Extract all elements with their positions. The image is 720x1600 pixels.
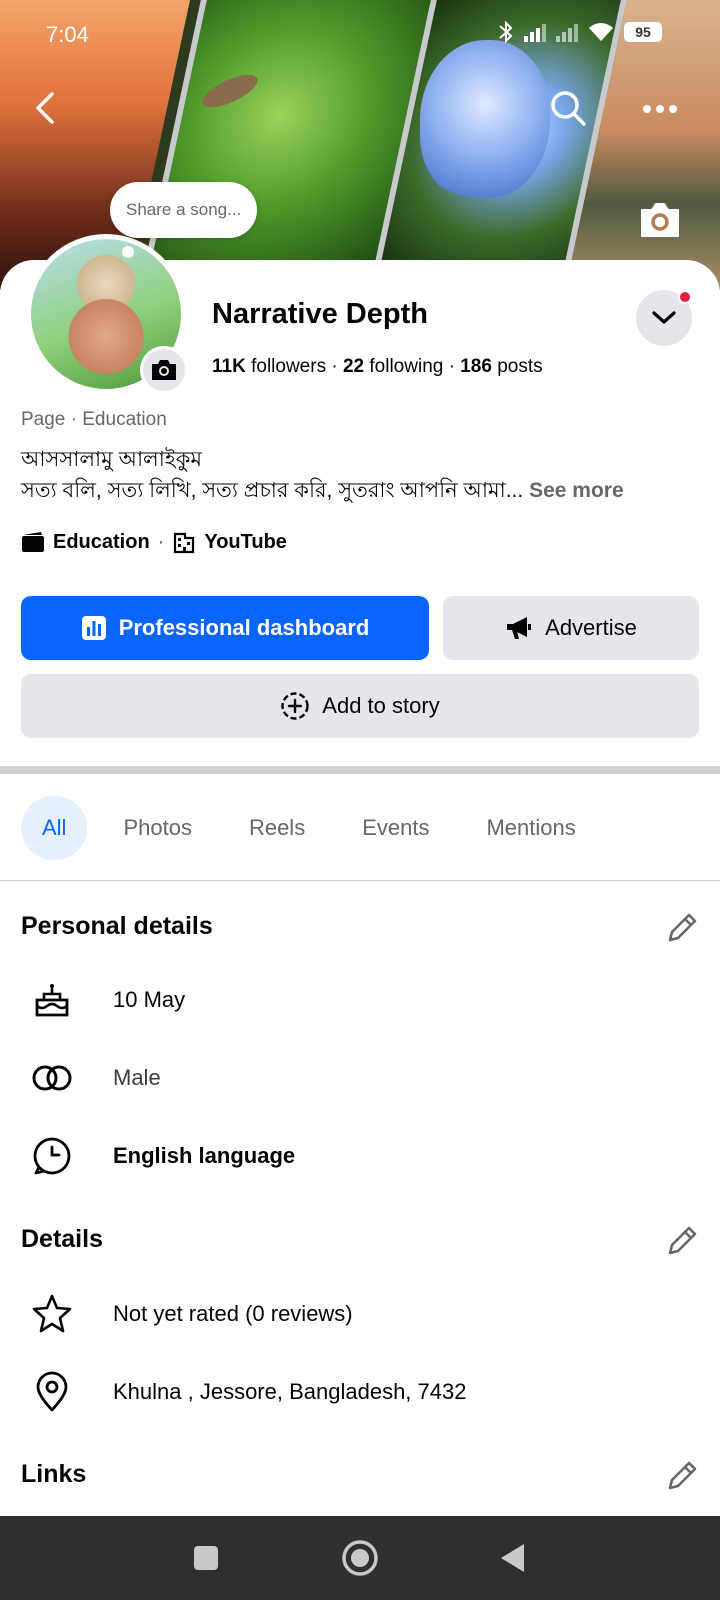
gender-value: Male (113, 1065, 161, 1090)
language-chat-icon (33, 1137, 70, 1175)
page-name: Narrative Depth (212, 298, 428, 330)
bio-line-2: সত্য বলি, সত্য লিখি, সত্য প্রচার করি, সু… (21, 475, 701, 506)
tab-photos[interactable]: Photos (102, 796, 213, 860)
details-title: Details (21, 1225, 103, 1253)
personal-details-title: Personal details (21, 912, 213, 940)
birthday-cake-icon (35, 984, 68, 1017)
battery-indicator: 95 (624, 22, 662, 42)
add-circle-dashed-icon (281, 692, 309, 720)
page-tags: Education · YouTube (21, 530, 287, 554)
recents-button[interactable] (192, 1544, 220, 1577)
more-options-button[interactable] (640, 94, 680, 124)
tab-mentions[interactable]: Mentions (465, 796, 596, 860)
posts-label: posts (497, 356, 543, 377)
pencil-icon (668, 1226, 697, 1255)
following-label[interactable]: following (369, 356, 443, 377)
system-nav-bar (0, 1516, 720, 1600)
bubble-tail (122, 246, 134, 258)
professional-dashboard-button[interactable]: Professional dashboard (21, 596, 429, 660)
search-button[interactable] (548, 88, 588, 128)
add-story-label: Add to story (322, 693, 440, 718)
megaphone-icon (507, 617, 532, 639)
camera-icon (641, 203, 679, 237)
back-button[interactable] (28, 88, 68, 128)
more-dots-icon (643, 105, 677, 113)
stats-separator: · (448, 356, 455, 377)
rating-row: Not yet rated (0 reviews) (0, 1284, 720, 1344)
posts-count: 186 (460, 356, 492, 377)
cover-flower-image (420, 40, 550, 200)
edit-details-button[interactable] (664, 1223, 700, 1259)
location-row: Khulna , Jessore, Bangladesh, 7432 (0, 1362, 720, 1422)
advertise-label: Advertise (545, 615, 637, 640)
edit-personal-details-button[interactable] (664, 910, 700, 946)
system-back-button[interactable] (498, 1542, 528, 1579)
page-bio: আসসালামু আলাইকুম সত্য বলি, সত্য লিখি, সত… (21, 444, 701, 506)
gender-rings-icon (32, 1065, 71, 1091)
edit-avatar-button[interactable] (140, 346, 188, 394)
chevron-down-icon (652, 311, 676, 324)
square-icon (194, 1546, 218, 1570)
tag-separator: · (157, 530, 165, 553)
advertise-button[interactable]: Advertise (443, 596, 699, 660)
edit-links-button[interactable] (664, 1458, 700, 1494)
clapperboard-icon (22, 532, 44, 552)
pencil-icon (668, 1461, 697, 1490)
location-value: Khulna , Jessore, Bangladesh, 7432 (113, 1379, 467, 1404)
pencil-icon (668, 913, 697, 942)
triangle-back-icon (501, 1544, 524, 1572)
language-value: English language (113, 1143, 296, 1168)
profile-stats: 11K followers · 22 following · 186 posts (212, 356, 543, 378)
share-song-bubble[interactable]: Share a song... (110, 182, 258, 238)
home-button[interactable] (340, 1538, 380, 1583)
add-to-story-button[interactable]: Add to story (21, 674, 699, 738)
page-category: Page · Education (21, 409, 167, 430)
dashboard-chart-icon (81, 616, 106, 640)
links-title: Links (21, 1460, 87, 1488)
signal-icon-2 (556, 22, 578, 42)
search-icon (551, 91, 586, 126)
tab-events[interactable]: Events (341, 796, 450, 860)
stats-separator: · (331, 356, 338, 377)
wifi-icon (589, 23, 613, 41)
status-icons: 95 (498, 20, 662, 44)
birthday-value: 10 May (113, 987, 186, 1012)
notification-dot (678, 290, 692, 304)
see-more-link[interactable]: See more (529, 479, 624, 502)
edit-cover-button[interactable] (636, 196, 684, 244)
birthday-row: 10 May (0, 970, 720, 1030)
bio-line-2-text: সত্য বলি, সত্য লিখি, সত্য প্রচার করি, সু… (21, 479, 524, 502)
tab-all[interactable]: All (21, 796, 88, 860)
location-pin-icon (36, 1371, 67, 1412)
following-count[interactable]: 22 (343, 356, 364, 377)
language-row: English language (0, 1126, 720, 1186)
tab-reels[interactable]: Reels (228, 796, 326, 860)
status-time: 7:04 (46, 22, 89, 47)
star-icon (32, 1294, 71, 1333)
profile-tabs: All Photos Reels Events Mentions (21, 796, 612, 860)
gender-row: Male (0, 1048, 720, 1108)
section-divider (0, 766, 720, 774)
home-circle-icon (342, 1540, 378, 1576)
signal-icon (524, 22, 546, 42)
tabs-divider (0, 880, 720, 881)
tag-education[interactable]: Education (53, 531, 150, 554)
building-icon (174, 532, 195, 554)
chevron-left-icon (36, 92, 54, 124)
bio-line-1: আসসালামু আলাইকুম (21, 448, 203, 471)
bluetooth-icon (499, 20, 513, 44)
followers-count[interactable]: 11K (212, 356, 246, 377)
camera-icon (152, 360, 176, 380)
tag-youtube[interactable]: YouTube (204, 531, 287, 554)
dashboard-label: Professional dashboard (118, 615, 370, 640)
rating-value: Not yet rated (0 reviews) (113, 1301, 353, 1326)
followers-label[interactable]: followers (251, 356, 326, 377)
